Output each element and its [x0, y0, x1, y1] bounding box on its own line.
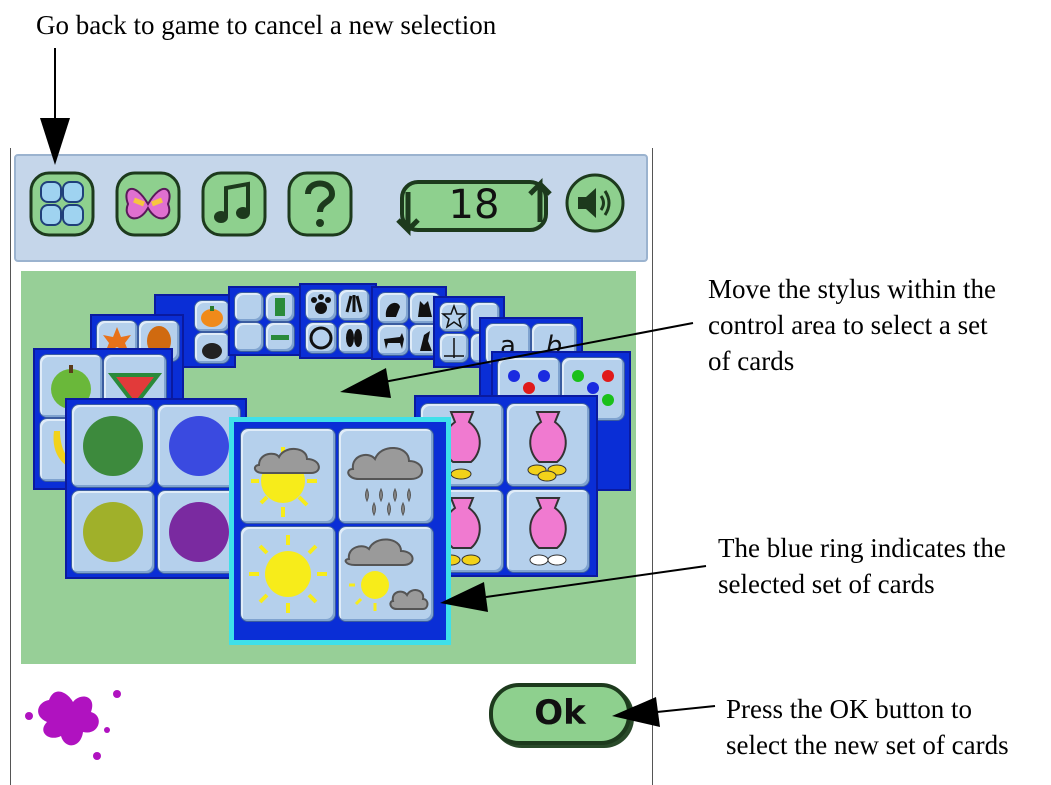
deer-print-icon — [346, 329, 362, 347]
splat-icon — [25, 690, 121, 760]
callout-stylus-text: Move the stylus within the control area … — [708, 274, 996, 376]
paint-splat-logo — [21, 676, 131, 761]
hoof-icon — [309, 326, 333, 350]
paw-icon — [311, 294, 331, 314]
theme-button[interactable] — [114, 170, 182, 238]
purple-scribble-icon — [169, 502, 229, 562]
card-claw-print — [338, 289, 370, 321]
card-vase-4 — [506, 489, 590, 573]
callout-ok-text: Press the OK button to select the new se… — [726, 694, 1009, 760]
card-texture-green — [71, 404, 155, 488]
help-button[interactable] — [286, 170, 354, 238]
pumpkin-icon — [201, 306, 223, 327]
card-set-selector-area[interactable]: a b — [21, 271, 636, 664]
card-deer-print — [338, 322, 370, 354]
speaker-icon — [565, 173, 625, 233]
card-green-block — [265, 292, 295, 322]
card-horse — [377, 324, 409, 356]
ok-button[interactable]: Ok — [489, 683, 631, 745]
squirrel-icon — [385, 302, 400, 317]
partly-cloudy-icon — [344, 538, 429, 611]
music-button[interactable] — [200, 170, 268, 238]
card-rain-cloud — [338, 428, 434, 524]
blue-scribble-icon — [169, 416, 229, 476]
card-star — [439, 302, 469, 332]
round-counter[interactable]: 18 — [394, 174, 554, 240]
card-set-dna[interactable] — [228, 286, 302, 356]
card-cauldron — [194, 332, 230, 364]
claw-icon — [345, 295, 363, 313]
cauldron-icon — [202, 343, 222, 359]
callout-back-text: Go back to game to cancel a new selectio… — [36, 10, 497, 40]
card-helix — [234, 322, 264, 352]
caterpillar-icon — [271, 335, 289, 340]
rain-cloud-icon — [347, 447, 423, 517]
star-icon — [440, 303, 468, 329]
card-texture-olive — [71, 490, 155, 574]
vase-coins-icon — [529, 497, 567, 566]
toolbar: 18 — [14, 154, 648, 262]
help-icon — [287, 171, 353, 237]
butterfly-icon — [115, 171, 181, 237]
card-cross — [439, 333, 469, 363]
olive-scribble-icon — [83, 502, 143, 562]
card-pumpkin — [194, 300, 230, 332]
sound-button[interactable] — [564, 172, 626, 234]
music-icon — [201, 171, 267, 237]
card-set-animal-tracks[interactable] — [299, 283, 377, 359]
sets-button[interactable] — [28, 170, 96, 238]
card-partly-cloudy — [338, 526, 434, 622]
card-caterpillar — [265, 322, 295, 352]
sun-icon — [249, 535, 327, 613]
ok-button-label: Ok — [534, 693, 586, 733]
green-block-icon — [275, 298, 285, 316]
card-sun — [240, 526, 336, 622]
counter-value: 18 — [448, 182, 500, 228]
card-squirrel — [377, 292, 409, 324]
card-hoof-print — [305, 322, 337, 354]
selected-card-set-weather[interactable] — [229, 417, 451, 645]
sun-behind-cloud-icon — [251, 447, 320, 517]
green-scribble-icon — [83, 416, 143, 476]
callout-ring-text: The blue ring indicates the selected set… — [718, 533, 1006, 599]
sets-icon — [29, 171, 95, 237]
card-vase-2 — [506, 403, 590, 487]
card-set-textures[interactable] — [65, 398, 247, 579]
vase-coins-icon — [527, 411, 567, 482]
cross-icon — [444, 338, 464, 358]
card-sun-cloud — [240, 428, 336, 524]
device-screen: 18 a b Ok — [10, 148, 653, 785]
card-ladder — [234, 292, 264, 322]
horse-icon — [384, 333, 404, 349]
card-paw-print — [305, 289, 337, 321]
